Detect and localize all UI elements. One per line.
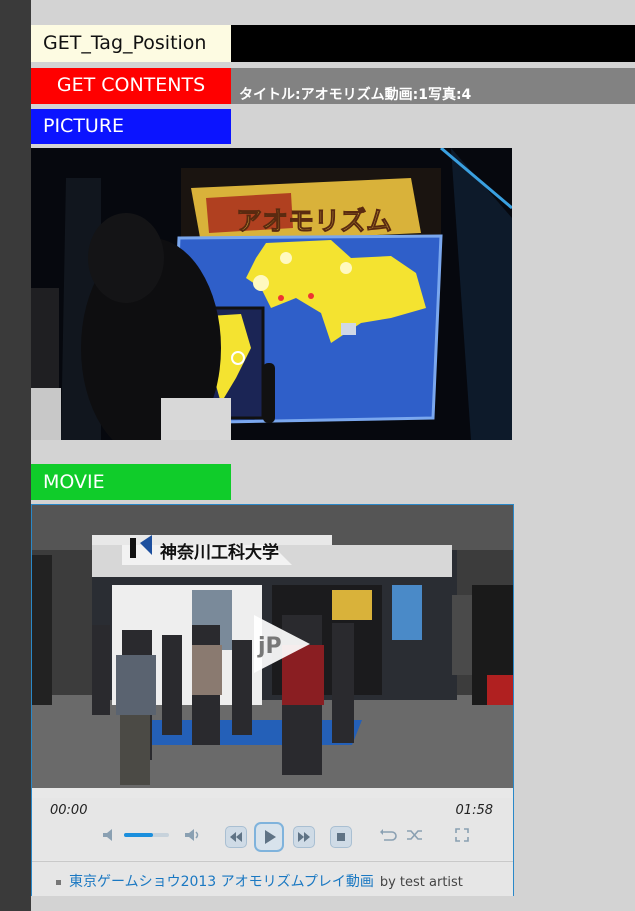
repeat-icon[interactable] [379, 828, 397, 842]
play-overlay-icon[interactable]: jP [250, 613, 312, 675]
main-panel: GET_Tag_Position GET CONTENTS タイトル:アオモリズ… [31, 0, 635, 911]
volume-fill [124, 833, 154, 837]
stop-button[interactable] [330, 826, 352, 848]
get-tag-position-button[interactable]: GET_Tag_Position [31, 25, 231, 62]
rewind-button[interactable] [225, 826, 247, 848]
movie-button[interactable]: MOVIE [31, 464, 231, 500]
volume-low-icon[interactable] [102, 828, 116, 842]
playlist-item-title[interactable]: 東京ゲームショウ2013 アオモリズムプレイ動画 [69, 874, 374, 890]
playlist: 東京ゲームショウ2013 アオモリズムプレイ動画 by test artist [32, 861, 513, 896]
video-player: 神奈川工科大学 jP 00:00 01:58 東京ゲームショウ2013 アオモリ… [31, 504, 514, 896]
shuffle-icon[interactable] [406, 828, 424, 842]
get-contents-button[interactable]: GET CONTENTS [31, 68, 231, 104]
rewind-icon [230, 832, 242, 842]
photo-illustration: アオモリズム [31, 148, 512, 440]
play-icon [265, 830, 276, 844]
volume-slider[interactable] [124, 833, 169, 837]
fast-forward-button[interactable] [293, 826, 315, 848]
marquee-text: アオモリズム [236, 206, 392, 237]
playlist-item-artist: by test artist [379, 875, 463, 890]
current-time: 00:00 [50, 803, 88, 818]
fullscreen-icon[interactable] [455, 828, 469, 842]
stop-icon [337, 833, 345, 841]
volume-high-icon[interactable] [184, 828, 202, 842]
playlist-item[interactable]: 東京ゲームショウ2013 アオモリズムプレイ動画 by test artist [56, 871, 463, 891]
picture-button[interactable]: PICTURE [31, 109, 231, 144]
video-frame[interactable]: 神奈川工科大学 jP [32, 505, 513, 788]
player-controls: 00:00 01:58 [32, 798, 513, 860]
play-button[interactable] [254, 822, 284, 852]
contents-title: タイトル:アオモリズム動画:1写真:4 [239, 87, 472, 103]
photo-image[interactable]: アオモリズム [31, 148, 512, 440]
booth-sign-text: 神奈川工科大学 [160, 542, 279, 563]
fast-forward-icon [298, 832, 310, 842]
overlay-logo-text: jP [257, 634, 282, 659]
bullet-icon [56, 879, 61, 885]
total-time: 01:58 [455, 803, 493, 818]
